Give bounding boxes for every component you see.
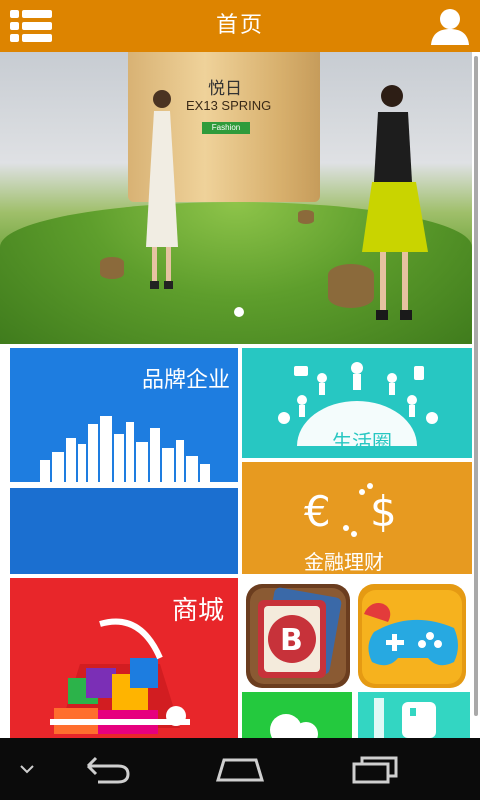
banner-subtitle: EX13 SPRING — [186, 98, 272, 113]
model-figure — [146, 90, 178, 289]
app-screen: 首页 悦日 EX13 SPRING Fashion 品牌企业 生活圈 € $ 金… — [0, 0, 480, 800]
app-tile-game[interactable] — [358, 584, 466, 688]
tile-mall[interactable]: 商城 — [10, 578, 238, 738]
tile-finance[interactable]: € $ 金融理财 — [242, 462, 472, 574]
app-tile-bitcoin-cards[interactable]: B — [246, 584, 350, 688]
recent-apps-icon[interactable] — [348, 738, 404, 800]
app-tile-phone[interactable] — [358, 692, 470, 738]
svg-text:B: B — [280, 623, 303, 658]
gamepad-icon — [358, 584, 466, 688]
bitcoin-cards-icon: B — [246, 584, 350, 688]
page-title: 首页 — [215, 13, 264, 38]
home-icon[interactable] — [212, 738, 268, 800]
tile-brand-enterprise[interactable]: 品牌企业 — [10, 348, 238, 574]
shopping-basket-icon — [50, 618, 190, 734]
tile-label: 金融理财 — [304, 550, 384, 574]
phone-icon — [374, 698, 436, 738]
city-skyline-icon — [10, 416, 238, 488]
promo-banner[interactable]: 悦日 EX13 SPRING Fashion — [0, 52, 472, 344]
banner-tag: Fashion — [202, 122, 250, 134]
user-icon[interactable] — [430, 6, 470, 46]
tree-stump — [298, 210, 314, 224]
carousel-dot-active[interactable] — [234, 307, 244, 317]
banner-brand-text: 悦日 — [208, 79, 242, 99]
back-icon[interactable] — [80, 738, 134, 800]
system-nav-bar — [0, 738, 480, 800]
tile-label: 品牌企业 — [141, 368, 230, 393]
svg-text:€: € — [304, 487, 331, 536]
scrollbar[interactable] — [474, 56, 478, 716]
model-figure — [362, 85, 428, 320]
tree-stump — [100, 257, 124, 279]
tile-label: 生活圈 — [332, 430, 392, 454]
app-tile-chat[interactable] — [242, 692, 352, 738]
app-header: 首页 — [0, 0, 480, 52]
tile-life-circle[interactable]: 生活圈 — [242, 348, 472, 458]
chat-bubble-icon — [270, 714, 318, 738]
chevron-down-icon[interactable] — [14, 738, 40, 800]
svg-text:$: $ — [370, 487, 397, 536]
